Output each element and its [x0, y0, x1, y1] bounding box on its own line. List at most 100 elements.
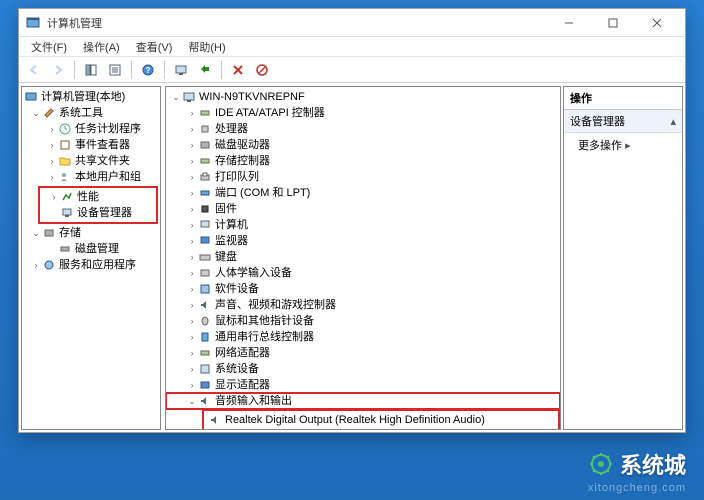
chevron-right-icon[interactable]: › — [186, 107, 198, 119]
svg-text:?: ? — [146, 66, 151, 75]
toolbar-separator — [221, 61, 222, 79]
chevron-right-icon[interactable]: › — [30, 259, 42, 271]
device-software[interactable]: ›软件设备 — [166, 281, 560, 297]
chevron-right-icon[interactable]: › — [46, 155, 58, 167]
device-display[interactable]: ›显示适配器 — [166, 377, 560, 393]
chevron-right-icon[interactable]: › — [186, 219, 198, 231]
chevron-down-icon[interactable]: ⌄ — [30, 107, 42, 119]
device-cpu[interactable]: ›处理器 — [166, 121, 560, 137]
tree-event-viewer[interactable]: › 事件查看器 — [22, 137, 160, 153]
chevron-right-icon[interactable]: › — [186, 187, 198, 199]
menu-help[interactable]: 帮助(H) — [180, 37, 233, 57]
chevron-right-icon[interactable]: › — [186, 315, 198, 327]
device-firmware[interactable]: ›固件 — [166, 201, 560, 217]
uninstall-button[interactable] — [251, 59, 273, 81]
menu-file[interactable]: 文件(F) — [23, 37, 75, 57]
disable-button[interactable] — [227, 59, 249, 81]
device-computer[interactable]: ›计算机 — [166, 217, 560, 233]
mic-icon — [208, 429, 222, 430]
update-button[interactable] — [194, 59, 216, 81]
chevron-down-icon[interactable]: ⌄ — [186, 395, 198, 407]
device-usb[interactable]: ›通用串行总线控制器 — [166, 329, 560, 345]
storage-icon — [42, 226, 56, 240]
menu-view[interactable]: 查看(V) — [128, 37, 181, 57]
chevron-down-icon[interactable]: ⌄ — [170, 91, 182, 103]
close-button[interactable] — [635, 9, 679, 37]
tree-local-users[interactable]: › 本地用户和组 — [22, 169, 160, 185]
device-keyboard[interactable]: ›键盘 — [166, 249, 560, 265]
clock-icon — [58, 122, 72, 136]
device-print-queue[interactable]: ›打印队列 — [166, 169, 560, 185]
actions-more[interactable]: 更多操作 ▸ — [564, 133, 682, 157]
chip-icon — [198, 202, 212, 216]
chevron-right-icon[interactable]: › — [186, 171, 198, 183]
device-storage-ctrl[interactable]: ›存储控制器 — [166, 153, 560, 169]
menubar: 文件(F) 操作(A) 查看(V) 帮助(H) — [19, 37, 685, 57]
chevron-right-icon[interactable]: › — [186, 379, 198, 391]
chevron-right-icon[interactable]: › — [48, 191, 60, 203]
toolbar-separator — [74, 61, 75, 79]
tree-shared-folders[interactable]: › 共享文件夹 — [22, 153, 160, 169]
chevron-right-icon[interactable]: › — [186, 139, 198, 151]
tree-services-apps[interactable]: › 服务和应用程序 — [22, 257, 160, 273]
chevron-right-icon[interactable]: › — [186, 251, 198, 263]
services-icon — [42, 258, 56, 272]
menu-action[interactable]: 操作(A) — [75, 37, 128, 57]
device-sound-video[interactable]: ›声音、视频和游戏控制器 — [166, 297, 560, 313]
toolbar: ? — [19, 57, 685, 83]
chevron-right-icon[interactable]: › — [46, 123, 58, 135]
maximize-button[interactable] — [591, 9, 635, 37]
system-icon — [198, 362, 212, 376]
tree-system-tools[interactable]: ⌄ 系统工具 — [22, 105, 160, 121]
hid-icon — [198, 266, 212, 280]
device-monitor[interactable]: ›监视器 — [166, 233, 560, 249]
tree-task-scheduler[interactable]: › 任务计划程序 — [22, 121, 160, 137]
properties-button[interactable] — [104, 59, 126, 81]
chevron-right-icon[interactable]: › — [186, 283, 198, 295]
titlebar: 计算机管理 — [19, 9, 685, 37]
chevron-right-icon[interactable]: › — [186, 267, 198, 279]
help-button[interactable]: ? — [137, 59, 159, 81]
watermark-url: xitongcheng.com — [588, 482, 686, 494]
device-ide[interactable]: ›IDE ATA/ATAPI 控制器 — [166, 105, 560, 121]
triangle-up-icon: ▴ — [670, 115, 676, 128]
device-system[interactable]: ›系统设备 — [166, 361, 560, 377]
tree-storage[interactable]: ⌄ 存储 — [22, 225, 160, 241]
tree-performance[interactable]: › 性能 — [40, 189, 156, 205]
actions-section[interactable]: 设备管理器 ▴ — [564, 110, 682, 133]
device-hid[interactable]: ›人体学输入设备 — [166, 265, 560, 281]
chevron-right-icon[interactable]: › — [46, 171, 58, 183]
chevron-down-icon[interactable]: ⌄ — [30, 227, 42, 239]
chevron-right-icon: ▸ — [625, 140, 631, 152]
chevron-right-icon[interactable]: › — [186, 235, 198, 247]
chevron-right-icon[interactable]: › — [46, 139, 58, 151]
pc-icon — [198, 218, 212, 232]
tree-disk-mgmt[interactable]: 磁盘管理 — [22, 241, 160, 257]
chevron-right-icon[interactable]: › — [186, 347, 198, 359]
tree-root[interactable]: 计算机管理(本地) — [22, 89, 160, 105]
chevron-right-icon[interactable]: › — [186, 203, 198, 215]
device-mouse[interactable]: ›鼠标和其他指针设备 — [166, 313, 560, 329]
device-ports[interactable]: ›端口 (COM 和 LPT) — [166, 185, 560, 201]
chevron-right-icon[interactable]: › — [186, 331, 198, 343]
device-tree: ⌄ WIN-N9TKVNREPNF ›IDE ATA/ATAPI 控制器 ›处理… — [166, 87, 560, 430]
forward-button[interactable] — [47, 59, 69, 81]
device-audio-output[interactable]: Realtek Digital Output (Realtek High Def… — [204, 412, 556, 428]
chevron-right-icon[interactable]: › — [186, 123, 198, 135]
scan-button[interactable] — [170, 59, 192, 81]
device-root[interactable]: ⌄ WIN-N9TKVNREPNF — [166, 89, 560, 105]
chevron-right-icon[interactable]: › — [186, 155, 198, 167]
minimize-button[interactable] — [547, 9, 591, 37]
chevron-right-icon[interactable]: › — [186, 299, 198, 311]
device-disk[interactable]: ›磁盘驱动器 — [166, 137, 560, 153]
disk-icon — [58, 242, 72, 256]
show-hide-tree-button[interactable] — [80, 59, 102, 81]
watermark: 系统城 — [588, 448, 686, 480]
content-body: 计算机管理(本地) ⌄ 系统工具 › 任务计划程序 › 事件查看器 — [19, 83, 685, 432]
chevron-right-icon[interactable]: › — [186, 363, 198, 375]
back-button[interactable] — [23, 59, 45, 81]
device-audio-mic[interactable]: 麦克风 (Realtek High Definition Audio) — [204, 428, 556, 430]
device-audio-io[interactable]: ⌄ 音频输入和输出 — [166, 393, 560, 409]
device-network[interactable]: ›网络适配器 — [166, 345, 560, 361]
tree-device-manager[interactable]: 设备管理器 — [40, 205, 156, 221]
